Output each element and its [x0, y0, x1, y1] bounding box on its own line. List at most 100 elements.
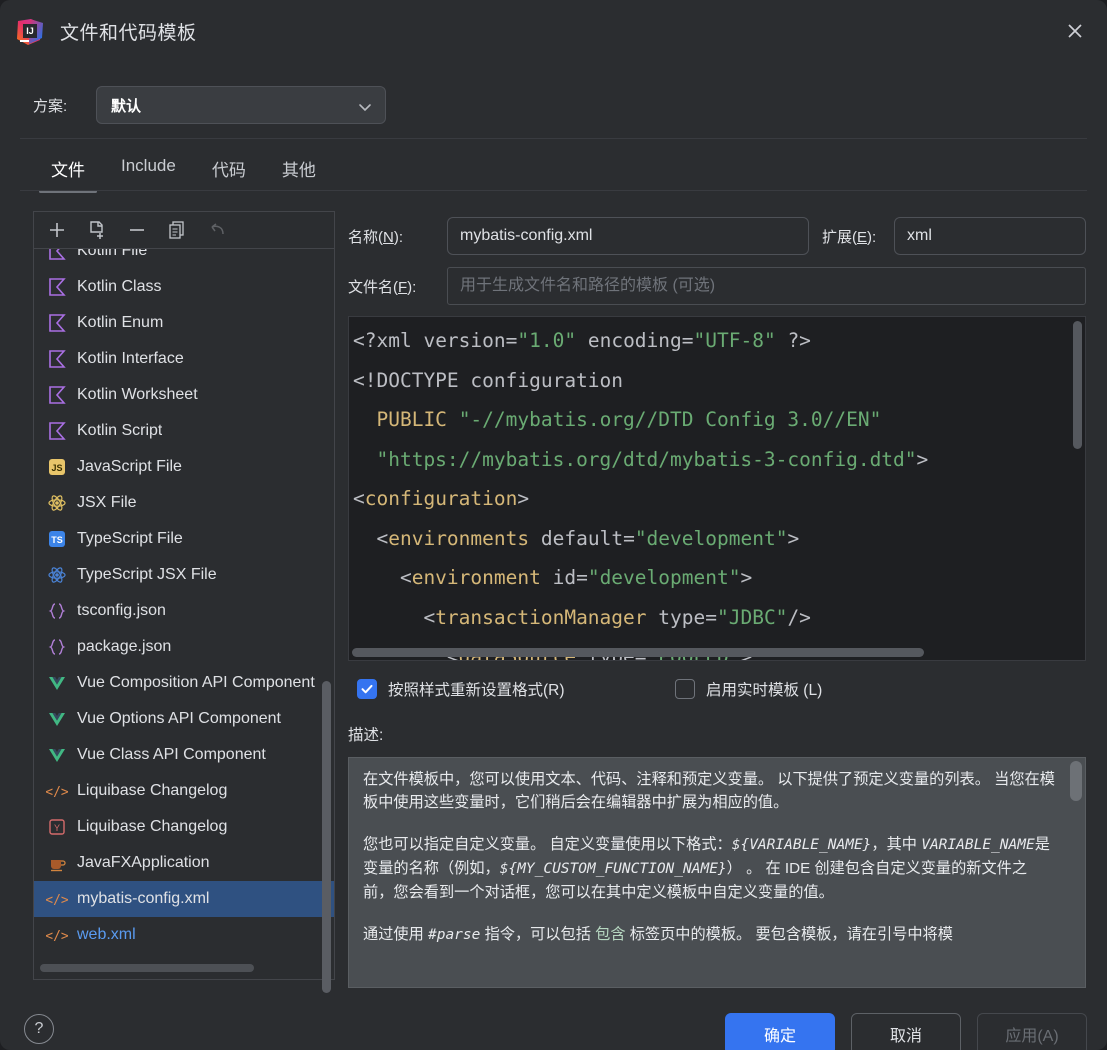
- name-input[interactable]: [447, 217, 809, 255]
- svg-text:JS: JS: [51, 463, 62, 473]
- tab-2[interactable]: 代码: [194, 150, 264, 193]
- kotlin-icon: [46, 384, 68, 406]
- list-item[interactable]: tsconfig.json: [34, 593, 334, 629]
- checkbox-box: [357, 679, 377, 699]
- list-item[interactable]: Kotlin Worksheet: [34, 377, 334, 413]
- list-item-label: TypeScript JSX File: [77, 566, 217, 583]
- extension-input[interactable]: [894, 217, 1086, 255]
- list-item-label: Kotlin Script: [77, 422, 163, 439]
- list-item[interactable]: TypeScript JSX File: [34, 557, 334, 593]
- javascript-icon: JS: [46, 456, 68, 478]
- help-button[interactable]: ?: [24, 1014, 54, 1044]
- editor-horizontal-scrollbar-thumb[interactable]: [352, 648, 924, 657]
- tab-label: 代码: [211, 161, 246, 180]
- list-item-label: JavaScript File: [77, 458, 182, 475]
- reformat-checkbox[interactable]: 按照样式重新设置格式(R): [357, 678, 565, 700]
- add-button[interactable]: [44, 217, 70, 243]
- list-item[interactable]: </> mybatis-config.xml: [34, 881, 334, 917]
- include-tab-link[interactable]: 包含: [595, 926, 625, 943]
- tab-0[interactable]: 文件: [33, 150, 103, 193]
- description-box[interactable]: 在文件模板中，您可以使用文本、代码、注释和预定义变量。 以下提供了预定义变量的列…: [348, 757, 1086, 988]
- list-item-label: Kotlin Interface: [77, 350, 184, 367]
- kotlin-icon: [46, 276, 68, 298]
- java-icon: [46, 852, 68, 874]
- copy-button[interactable]: [164, 217, 190, 243]
- code-line: <transactionManager type="JDBC"/>: [353, 605, 811, 629]
- svg-text:</>: </>: [46, 929, 68, 944]
- tab-3[interactable]: 其他: [264, 150, 334, 193]
- create-template-button[interactable]: [84, 217, 110, 243]
- chevron-down-icon: [357, 100, 373, 118]
- list-vertical-scrollbar[interactable]: [321, 249, 333, 993]
- svg-text:Y: Y: [54, 823, 60, 833]
- vue-icon: [46, 708, 68, 730]
- template-list-scroll[interactable]: Kotlin File Kotlin Class Kotlin Enum Kotlin…: [34, 249, 334, 979]
- list-item-label: web.xml: [77, 926, 136, 943]
- code-line: <environment id="development">: [353, 566, 753, 589]
- list-item-label: Vue Options API Component: [77, 710, 281, 727]
- list-item[interactable]: Vue Composition API Component: [34, 665, 334, 701]
- kotlin-icon: [46, 348, 68, 370]
- xml-icon: </>: [46, 924, 68, 946]
- xml-icon: </>: [46, 780, 68, 802]
- vue-icon: [46, 672, 68, 694]
- tab-1[interactable]: Include: [103, 150, 194, 188]
- yaml-icon: Y: [46, 816, 68, 838]
- list-item-label: Kotlin Class: [77, 278, 162, 295]
- list-item-label: Kotlin Worksheet: [77, 386, 198, 403]
- reset-button[interactable]: [204, 217, 230, 243]
- template-code-editor[interactable]: <?xml version="1.0" encoding="UTF-8" ?> <…: [348, 316, 1086, 661]
- list-item[interactable]: Vue Options API Component: [34, 701, 334, 737]
- description-paragraph-3: 通过使用 #parse 指令，可以包括 包含 标签页中的模板。 要包含模板，请在…: [363, 926, 953, 943]
- vue-icon: [46, 744, 68, 766]
- list-vertical-scrollbar-thumb[interactable]: [322, 681, 331, 993]
- svg-text:TS: TS: [51, 535, 63, 545]
- scheme-label: 方案:: [33, 98, 68, 115]
- list-horizontal-scrollbar[interactable]: [36, 964, 322, 976]
- list-item-label: Kotlin File: [77, 249, 148, 259]
- list-item-label: mybatis-config.xml: [77, 890, 210, 907]
- list-item[interactable]: Kotlin Script: [34, 413, 334, 449]
- filename-input[interactable]: [447, 267, 1086, 305]
- extension-label: 扩展(E):: [822, 229, 877, 246]
- cancel-button[interactable]: 取消: [851, 1013, 961, 1050]
- list-item-label: TypeScript File: [77, 530, 183, 547]
- list-horizontal-scrollbar-thumb[interactable]: [40, 964, 254, 972]
- list-item[interactable]: Kotlin Class: [34, 269, 334, 305]
- apply-button[interactable]: 应用(A): [977, 1013, 1087, 1050]
- list-item[interactable]: Kotlin Enum: [34, 305, 334, 341]
- json-icon: [46, 600, 68, 622]
- live-template-checkbox[interactable]: 启用实时模板 (L): [675, 678, 822, 700]
- tab-bar: 文件 Include 代码 其他: [33, 150, 334, 193]
- list-item[interactable]: JavaFXApplication: [34, 845, 334, 881]
- close-icon[interactable]: [1055, 12, 1095, 50]
- list-item[interactable]: package.json: [34, 629, 334, 665]
- list-item[interactable]: JSX File: [34, 485, 334, 521]
- list-item[interactable]: JS JavaScript File: [34, 449, 334, 485]
- list-item-label: tsconfig.json: [77, 602, 166, 619]
- list-item-label: Vue Class API Component: [77, 746, 266, 763]
- editor-vertical-scrollbar-thumb[interactable]: [1073, 321, 1082, 449]
- list-item[interactable]: </> web.xml: [34, 917, 334, 953]
- list-item-label: JavaFXApplication: [77, 854, 210, 871]
- code-line: <?xml version="1.0" encoding="UTF-8" ?>: [353, 329, 811, 352]
- template-code-text: <?xml version="1.0" encoding="UTF-8" ?> <…: [349, 321, 1085, 660]
- code-line: <environments default="development">: [353, 526, 800, 550]
- remove-button[interactable]: [124, 217, 150, 243]
- description-scrollbar-thumb[interactable]: [1070, 761, 1082, 801]
- list-item[interactable]: Kotlin File: [34, 249, 334, 269]
- list-item-label: JSX File: [77, 494, 137, 511]
- list-item-label: Kotlin Enum: [77, 314, 164, 331]
- list-item[interactable]: Vue Class API Component: [34, 737, 334, 773]
- list-item[interactable]: TS TypeScript File: [34, 521, 334, 557]
- list-item[interactable]: </> Liquibase Changelog: [34, 773, 334, 809]
- title-bar: IJ 文件和代码模板: [0, 0, 1107, 62]
- kotlin-icon: [46, 312, 68, 334]
- scheme-dropdown[interactable]: 默认: [96, 86, 386, 124]
- ok-button[interactable]: 确定: [725, 1013, 835, 1050]
- file-and-code-templates-dialog: IJ 文件和代码模板 方案: 默认 文件 Include 代码 其他 Kotli…: [0, 0, 1107, 1050]
- scheme-value: 默认: [111, 97, 142, 115]
- list-item[interactable]: Y Liquibase Changelog: [34, 809, 334, 845]
- list-item[interactable]: Kotlin Interface: [34, 341, 334, 377]
- checkbox-box: [675, 679, 695, 699]
